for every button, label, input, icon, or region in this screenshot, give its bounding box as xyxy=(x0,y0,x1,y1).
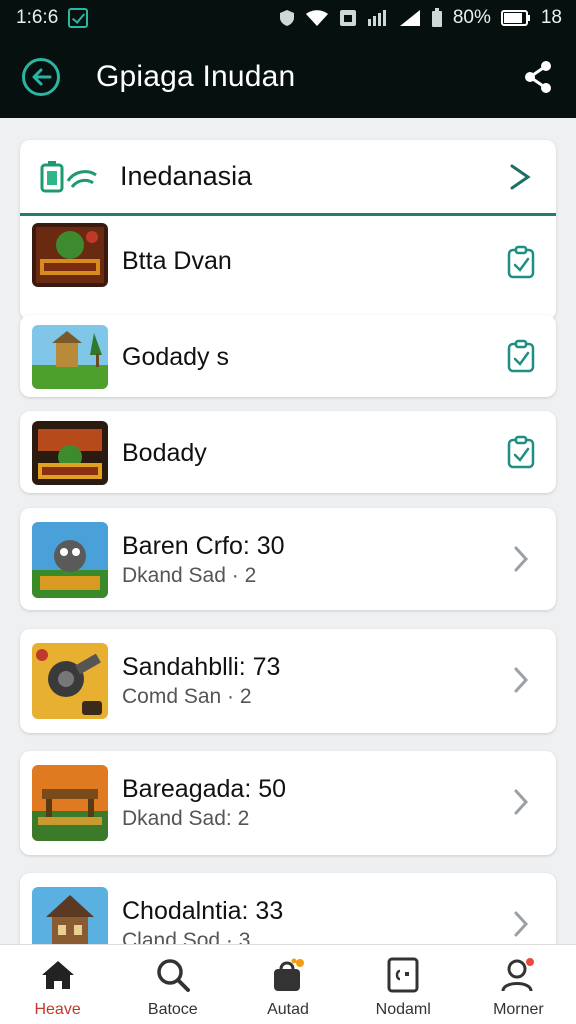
list-item[interactable]: Bodady xyxy=(20,411,556,493)
cell-bars-icon xyxy=(367,10,386,26)
game-thumbnail xyxy=(32,643,108,719)
clipboard-check-icon[interactable] xyxy=(506,339,536,373)
list-item[interactable]: Btta Dvan xyxy=(20,219,556,320)
chevron-right-icon[interactable] xyxy=(506,785,536,819)
game-art-image xyxy=(32,765,108,841)
status-time: 1:6:6 xyxy=(16,7,59,28)
item-title: Baren Crfo: 30 xyxy=(122,532,285,560)
nav-label: Autad xyxy=(267,1001,309,1018)
check-box-icon xyxy=(68,8,89,28)
item-subtitle: Cland Sod · 3 xyxy=(122,929,251,944)
share-button[interactable] xyxy=(522,60,554,94)
game-thumbnail xyxy=(32,325,108,389)
nav-label: Nodaml xyxy=(375,1001,431,1018)
chevron-right-icon[interactable] xyxy=(506,907,536,941)
clipboard-check-icon[interactable] xyxy=(506,435,536,469)
item-title: Godady s xyxy=(122,343,230,371)
nav-item-bag[interactable]: Autad xyxy=(230,945,345,1024)
status-extra: 18 xyxy=(540,7,562,28)
top-bar: 1:6:6 80% 18 Gpiaga Inudan xyxy=(0,0,576,118)
battery-icon xyxy=(500,10,530,26)
list-item[interactable]: Chodalntia: 33 Cland Sod · 3 xyxy=(20,873,556,944)
game-thumbnail xyxy=(32,887,108,944)
item-title: Bodady xyxy=(122,439,207,467)
wifi-icon xyxy=(305,10,328,26)
item-title: Bareagada: 50 xyxy=(122,775,287,803)
back-arrow-icon xyxy=(32,68,52,86)
clipboard-check-icon[interactable] xyxy=(506,245,536,279)
bottom-navigation: Heave Batoce Autad Nodaml Morner xyxy=(0,944,576,1024)
signal-icon xyxy=(399,10,420,26)
page-title: Gpiaga Inudan xyxy=(96,60,296,93)
profile-icon xyxy=(501,958,535,992)
game-art-image xyxy=(32,887,108,944)
chevron-right-icon[interactable] xyxy=(506,663,536,697)
game-art-image xyxy=(32,223,108,287)
item-subtitle: Dkand Sad · 2 xyxy=(122,564,257,587)
chevron-right-icon[interactable] xyxy=(506,162,536,192)
section-icon xyxy=(38,139,102,215)
back-button[interactable] xyxy=(22,58,60,96)
list-item[interactable]: Sandahblli: 73 Comd San · 2 xyxy=(20,629,556,733)
share-icon xyxy=(525,61,551,93)
status-bar: 1:6:6 80% 18 xyxy=(0,0,576,36)
item-title: Chodalntia: 33 xyxy=(122,897,284,925)
nav-item-profile[interactable]: Morner xyxy=(461,945,576,1024)
list-item[interactable]: Godady s xyxy=(20,315,556,397)
battery-wifi-icon xyxy=(40,160,97,192)
section-card: Inedanasia Btta Dvan xyxy=(20,140,556,320)
nav-label: Batoce xyxy=(147,1001,198,1018)
nav-label: Morner xyxy=(493,1001,544,1018)
nav-item-search[interactable]: Batoce xyxy=(115,945,230,1024)
item-title: Sandahblli: 73 xyxy=(122,653,281,681)
battery-percent: 80% xyxy=(452,7,491,28)
list-item[interactable]: Bareagada: 50 Dkand Sad: 2 xyxy=(20,751,556,855)
chevron-right-icon[interactable] xyxy=(506,542,536,576)
game-thumbnail xyxy=(32,421,108,485)
shield-icon xyxy=(279,10,294,26)
item-subtitle: Comd San · 2 xyxy=(122,685,252,708)
nav-item-tablet[interactable]: Nodaml xyxy=(346,945,461,1024)
game-art-image xyxy=(32,325,108,389)
item-subtitle: Dkand Sad: 2 xyxy=(122,807,250,830)
game-thumbnail xyxy=(32,765,108,841)
home-icon xyxy=(41,961,74,989)
app-bar: Gpiaga Inudan xyxy=(0,36,576,118)
nav-label: Heave xyxy=(34,1001,81,1018)
bag-icon xyxy=(274,958,304,991)
game-thumbnail xyxy=(32,223,108,287)
item-title: Btta Dvan xyxy=(122,247,232,275)
battery-small-icon xyxy=(431,8,442,27)
tablet-icon xyxy=(387,957,419,993)
game-art-image xyxy=(32,522,108,598)
list-item[interactable]: Baren Crfo: 30 Dkand Sad · 2 xyxy=(20,508,556,610)
game-thumbnail xyxy=(32,522,108,598)
nav-item-home[interactable]: Heave xyxy=(0,945,115,1024)
game-art-image xyxy=(32,643,108,719)
image-icon xyxy=(339,10,356,26)
game-art-image xyxy=(32,421,108,485)
content-list[interactable]: Inedanasia Btta Dvan Godady s Bodady Bar… xyxy=(0,118,576,944)
search-icon xyxy=(157,959,190,992)
section-title: Inedanasia xyxy=(120,161,253,191)
section-header[interactable]: Inedanasia xyxy=(20,140,556,216)
